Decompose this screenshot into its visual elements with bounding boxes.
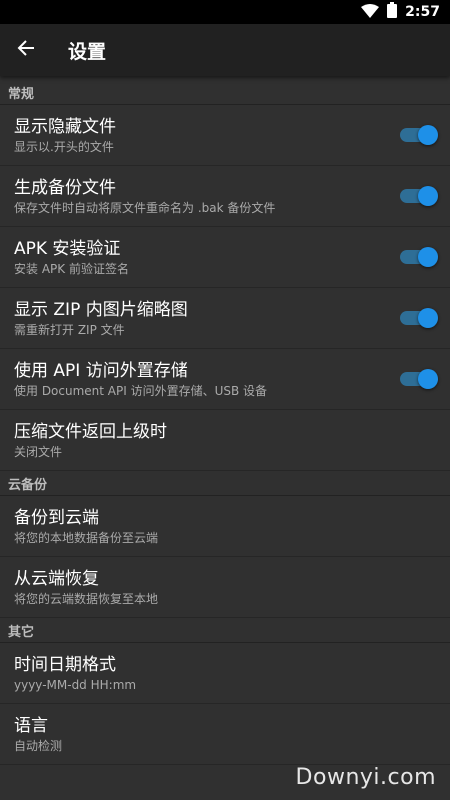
setting-restore-cloud[interactable]: 从云端恢复 将您的云端数据恢复至本地: [0, 557, 450, 618]
back-button[interactable]: [0, 24, 52, 76]
status-time: 2:57: [405, 4, 440, 20]
section-header-cloud: 云备份: [0, 471, 450, 496]
toggle-switch[interactable]: [400, 186, 438, 206]
setting-language[interactable]: 语言 自动检测: [0, 704, 450, 765]
setting-title: APK 安装验证: [14, 238, 121, 259]
clipped-row: [0, 76, 450, 80]
setting-apk-verify[interactable]: APK 安装验证 安装 APK 前验证签名: [0, 227, 450, 288]
setting-backup-cloud[interactable]: 备份到云端 将您的本地数据备份至云端: [0, 496, 450, 557]
setting-title: 显示 ZIP 内图片缩略图: [14, 299, 188, 320]
setting-zip-thumbnails[interactable]: 显示 ZIP 内图片缩略图 需重新打开 ZIP 文件: [0, 288, 450, 349]
arrow-left-icon: [17, 39, 35, 61]
toggle-switch[interactable]: [400, 247, 438, 267]
section-header-other: 其它: [0, 618, 450, 643]
setting-subtitle: 安装 APK 前验证签名: [14, 261, 129, 276]
setting-title: 压缩文件返回上级时: [14, 421, 167, 442]
setting-subtitle: 将您的本地数据备份至云端: [14, 530, 159, 545]
setting-subtitle: 使用 Document API 访问外置存储、USB 设备: [14, 383, 268, 398]
setting-subtitle: 显示以.开头的文件: [14, 139, 114, 154]
toggle-switch[interactable]: [400, 308, 438, 328]
setting-subtitle: 将您的云端数据恢复至本地: [14, 591, 159, 606]
setting-title: 时间日期格式: [14, 654, 116, 675]
page-title: 设置: [68, 40, 107, 63]
setting-subtitle: 需重新打开 ZIP 文件: [14, 322, 125, 337]
wifi-icon: [361, 3, 380, 22]
setting-subtitle: 关闭文件: [14, 444, 63, 459]
setting-title: 从云端恢复: [14, 568, 99, 589]
setting-title: 备份到云端: [14, 507, 99, 528]
setting-date-format[interactable]: 时间日期格式 yyyy-MM-dd HH:mm: [0, 643, 450, 704]
setting-subtitle: 保存文件时自动将原文件重命名为 .bak 备份文件: [14, 200, 276, 215]
setting-title: 生成备份文件: [14, 177, 116, 198]
setting-title: 显示隐藏文件: [14, 116, 116, 137]
setting-document-api[interactable]: 使用 API 访问外置存储 使用 Document API 访问外置存储、USB…: [0, 349, 450, 410]
setting-generate-backup[interactable]: 生成备份文件 保存文件时自动将原文件重命名为 .bak 备份文件: [0, 166, 450, 227]
setting-subtitle: 自动检测: [14, 738, 63, 753]
toggle-switch[interactable]: [400, 125, 438, 145]
section-header-general: 常规: [0, 80, 450, 105]
setting-title: 语言: [14, 715, 48, 736]
status-bar: 2:57: [0, 0, 450, 24]
app-bar: 设置: [0, 24, 450, 76]
toggle-switch[interactable]: [400, 369, 438, 389]
setting-archive-back[interactable]: 压缩文件返回上级时 关闭文件: [0, 410, 450, 471]
setting-show-hidden-files[interactable]: 显示隐藏文件 显示以.开头的文件: [0, 105, 450, 166]
watermark: Downyi.com: [295, 765, 436, 790]
setting-title: 使用 API 访问外置存储: [14, 360, 188, 381]
setting-subtitle: yyyy-MM-dd HH:mm: [14, 677, 137, 692]
battery-icon: [387, 2, 398, 22]
settings-list[interactable]: 常规 显示隐藏文件 显示以.开头的文件 生成备份文件 保存文件时自动将原文件重命…: [0, 76, 450, 800]
